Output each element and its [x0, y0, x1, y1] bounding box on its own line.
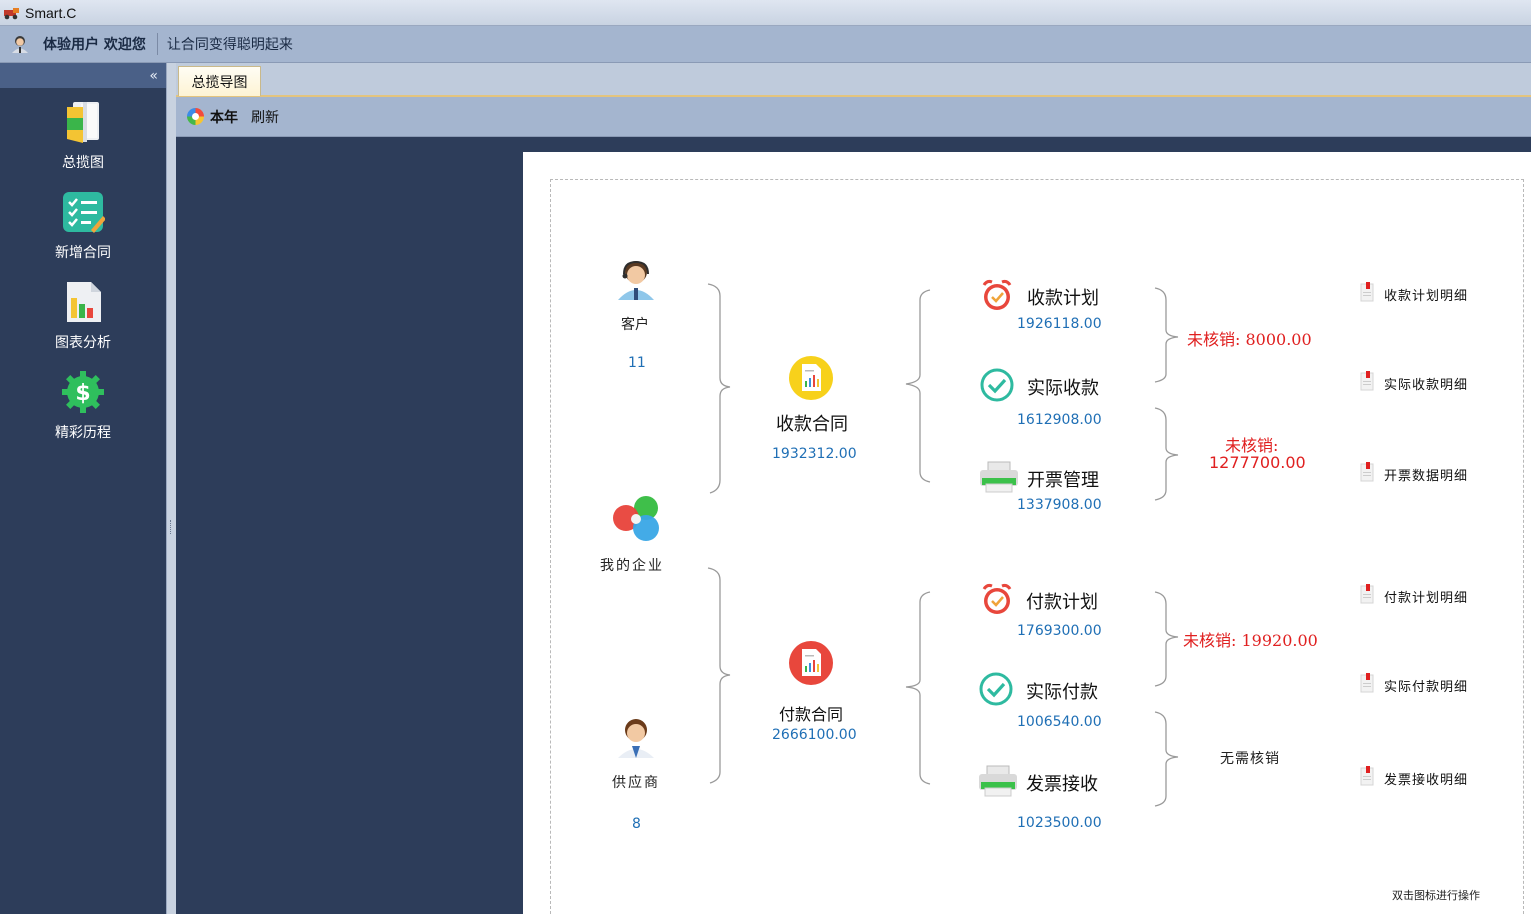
payable-contract-value: 2666100.00: [772, 727, 857, 743]
unverified-invoice-value: 1277700.00: [1209, 453, 1306, 472]
unverified-receipt-plan: 未核销: 8000.00: [1187, 330, 1312, 349]
actual-receipt-label: 实际收款: [1027, 378, 1099, 399]
supplier-count: 8: [632, 816, 641, 832]
detail-link-invoice-receive[interactable]: 发票接收明细: [1384, 769, 1468, 788]
actual-payment-label: 实际付款: [1026, 682, 1098, 703]
printer-icon[interactable]: [977, 764, 1019, 802]
receivable-contract-label: 收款合同: [776, 414, 848, 435]
document-bookmark-icon[interactable]: [1360, 584, 1374, 604]
unverified-payment-plan: 未核销: 19920.00: [1183, 631, 1318, 650]
receivable-contract-value: 1932312.00: [772, 446, 857, 462]
invoice-receive-label: 发票接收: [1026, 774, 1098, 795]
detail-link-actual-receipt[interactable]: 实际收款明细: [1384, 374, 1468, 393]
customer-label: 客户: [621, 317, 649, 333]
detail-link-invoice-data[interactable]: 开票数据明细: [1384, 465, 1468, 484]
payable-contract-label: 付款合同: [779, 705, 844, 724]
document-bookmark-icon[interactable]: [1360, 766, 1374, 786]
invoice-manage-label: 开票管理: [1027, 470, 1099, 491]
check-circle-icon[interactable]: [978, 367, 1016, 407]
receipt-plan-value: 1926118.00: [1017, 316, 1102, 332]
document-bookmark-icon[interactable]: [1360, 462, 1374, 482]
invoice-manage-value: 1337908.00: [1017, 497, 1102, 513]
actual-receipt-value: 1612908.00: [1017, 412, 1102, 428]
payment-plan-value: 1769300.00: [1017, 623, 1102, 639]
document-bookmark-icon[interactable]: [1360, 282, 1374, 302]
document-bookmark-icon[interactable]: [1360, 673, 1374, 693]
receipt-plan-label: 收款计划: [1027, 288, 1099, 309]
company-circles-icon[interactable]: [610, 494, 662, 550]
document-bookmark-icon[interactable]: [1360, 371, 1374, 391]
detail-link-actual-payment[interactable]: 实际付款明细: [1384, 676, 1468, 695]
receivable-contract-icon[interactable]: [788, 355, 834, 405]
payment-plan-label: 付款计划: [1026, 592, 1098, 613]
no-verification-text: 无需核销: [1220, 751, 1280, 767]
alarm-clock-icon[interactable]: [980, 279, 1014, 315]
customer-person-icon[interactable]: [612, 254, 660, 306]
detail-link-receipt-plan[interactable]: 收款计划明细: [1384, 285, 1468, 304]
customer-count: 11: [628, 355, 646, 371]
detail-link-payment-plan[interactable]: 付款计划明细: [1384, 587, 1468, 606]
alarm-clock-icon[interactable]: [980, 583, 1014, 619]
my-company-label: 我的企业: [600, 558, 664, 574]
printer-icon[interactable]: [978, 460, 1020, 498]
invoice-receive-value: 1023500.00: [1017, 815, 1102, 831]
actual-payment-value: 1006540.00: [1017, 714, 1102, 730]
supplier-person-icon[interactable]: [612, 712, 660, 764]
double-click-hint: 双击图标进行操作: [1392, 889, 1480, 902]
payable-contract-icon[interactable]: [788, 640, 834, 690]
check-circle-icon[interactable]: [977, 671, 1015, 711]
supplier-label: 供应商: [612, 775, 660, 791]
